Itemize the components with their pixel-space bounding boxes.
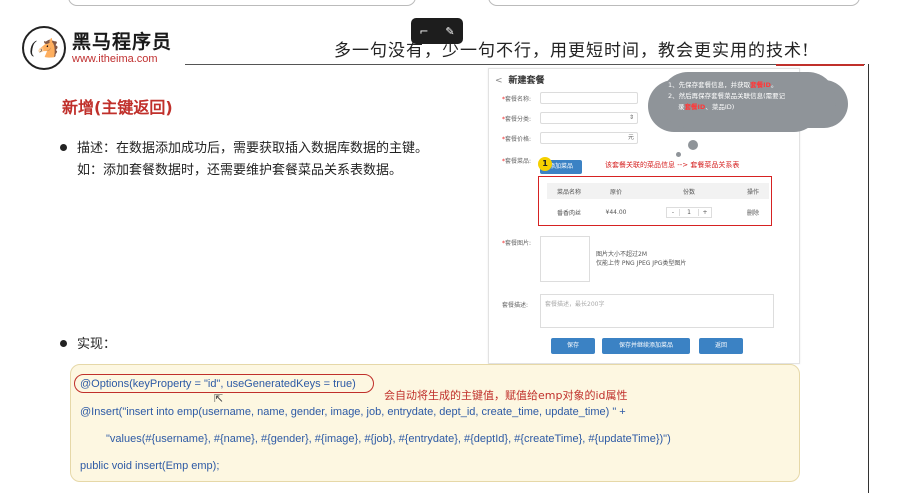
section-title: 新增(主键返回) [62, 98, 173, 117]
relation-annotation: 该套餐关联的菜品信息 --> 套餐菜品关系表 [605, 161, 740, 169]
step-number-badge: 1 [538, 157, 552, 171]
floating-toolbar[interactable]: ⌐ ✎ [411, 18, 463, 44]
minus-button[interactable]: - [667, 209, 679, 216]
form-title-text: 新建套餐 [508, 76, 545, 86]
logo-name: 黑马程序员 [72, 30, 173, 53]
header-quantity: 份数 [682, 188, 695, 196]
callout-tail-dot [688, 140, 698, 150]
name-input[interactable] [540, 92, 638, 104]
logo-text: 黑马程序员 www.itheima.com [72, 31, 172, 66]
delete-link[interactable]: 删除 [737, 208, 769, 217]
code-insert-annotation: @Insert("insert into emp(username, name,… [80, 406, 626, 418]
save-and-continue-button[interactable]: 保存并继续添加菜品 [602, 338, 690, 354]
bullet-dot-icon [60, 340, 67, 347]
callout-line-2: 2、然后再保存套餐菜品关联信息(需要记 [668, 92, 786, 100]
slide: (🐴 黑马程序员 www.itheima.com 多一句没有，少一句不行，用更短… [0, 0, 920, 493]
right-divider [868, 64, 869, 493]
logo: (🐴 黑马程序员 www.itheima.com [22, 26, 172, 70]
implementation-label: 实现： [77, 337, 117, 352]
price-input[interactable]: 元 [540, 132, 638, 144]
image-hint: 图片大小不超过2M 仅能上传 PNG JPEG JPG类型图片 [596, 250, 686, 268]
form-title: < 新建套餐 [495, 73, 545, 86]
header-dish-name: 菜品名称 [556, 188, 581, 196]
quantity-stepper[interactable]: - 1 + [666, 206, 712, 218]
slogan: 多一句没有，少一句不行，用更短时间，教会更实用的技术! [334, 41, 810, 61]
dish-table: 菜品名称 原价 份数 操作 番香肉丝 ¥44.00 - 1 + 删除 [538, 176, 772, 226]
top-partial-panel-left [68, 0, 416, 6]
table-header: 菜品名称 原价 份数 操作 [547, 183, 769, 199]
header-action: 操作 [746, 188, 759, 196]
code-values-line: "values(#{username}, #{name}, #{gender},… [106, 433, 671, 445]
mouse-cursor-icon: ⇱ [214, 392, 224, 405]
save-button[interactable]: 保存 [551, 338, 595, 354]
description-bullet: 描述：在数据添加成功后，需要获取插入数据库数据的主键。 如：添加套餐数据时，还需… [60, 138, 470, 182]
image-hint-types: 仅能上传 PNG JPEG JPG类型图片 [596, 260, 687, 267]
back-arrow-icon[interactable]: < [495, 76, 503, 86]
plus-button[interactable]: + [699, 209, 711, 216]
implementation-bullet: 实现： [60, 334, 116, 356]
description-line-2: 如：添加套餐数据时，还需要维护套餐菜品关系表数据。 [77, 163, 403, 178]
description-line-1: 描述：在数据添加成功后，需要获取插入数据库数据的主键。 [77, 141, 429, 156]
header-divider [185, 64, 865, 65]
callout-text: 1、先保存套餐信息，并获取套餐ID。 2、然后再保存套餐菜品关联信息(需要记 录… [668, 80, 828, 113]
name-label: *套餐名称: [502, 96, 532, 103]
image-hint-size: 图片大小不超过2M [596, 251, 647, 258]
row-dish-name: 番香肉丝 [556, 209, 581, 217]
price-label: *套餐价格: [502, 136, 532, 143]
row-price: ¥44.00 [605, 208, 627, 216]
table-row: 番香肉丝 ¥44.00 - 1 + 删除 [547, 203, 769, 221]
quantity-value[interactable]: 1 [679, 208, 699, 216]
category-label: *套餐分类: [502, 116, 532, 123]
bullet-dot-icon [60, 144, 67, 151]
camera-icon[interactable]: ⌐ [419, 25, 428, 38]
description-textarea[interactable]: 套餐描述，最长200字 [540, 294, 774, 328]
code-note: 会自动将生成的主键值，赋值给emp对象的id属性 [384, 389, 628, 402]
top-partial-panel-right [488, 0, 860, 6]
callout-tail-dot-small [676, 152, 681, 157]
dishes-label: *套餐菜品: [502, 158, 532, 165]
callout-line-3: 录套餐ID、菜品ID) [678, 103, 735, 111]
callout-line-1: 1、先保存套餐信息，并获取套餐ID。 [668, 81, 778, 89]
category-select[interactable]: ⇕ [540, 112, 638, 124]
logo-url: www.itheima.com [72, 52, 158, 65]
image-label: *套餐图片: [502, 240, 532, 247]
logo-horse-icon: (🐴 [22, 26, 66, 70]
header-accent-line [776, 64, 864, 66]
image-upload-box[interactable] [540, 236, 590, 282]
code-options-annotation: @Options(keyProperty = "id", useGenerate… [80, 378, 356, 390]
back-button[interactable]: 返回 [699, 338, 743, 354]
desc-label: 套餐描述: [502, 302, 529, 309]
price-unit: 元 [627, 134, 634, 141]
pen-icon[interactable]: ✎ [445, 25, 454, 38]
code-method-signature: public void insert(Emp emp); [80, 460, 220, 472]
quantity-stepper-cell: - 1 + [641, 206, 737, 218]
header-price: 原价 [609, 188, 622, 196]
